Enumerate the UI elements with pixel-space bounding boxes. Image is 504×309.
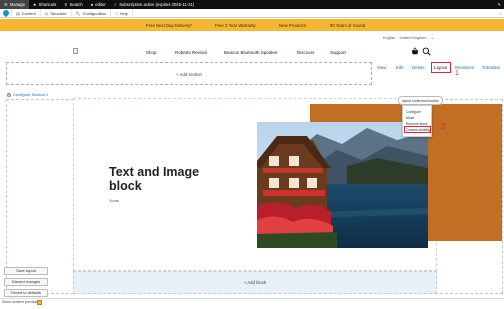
tab-translate[interactable]: Translate xyxy=(482,65,500,70)
main-navigation: Shop Roberts Revival Beacon Bluetooth Sp… xyxy=(0,45,504,59)
shopping-basket-icon[interactable] xyxy=(411,47,419,55)
content-preview-label: Show content preview xyxy=(2,300,38,304)
chevron-down-icon[interactable]: ⌄ xyxy=(431,36,434,40)
user-label: editor xyxy=(95,2,106,7)
tab-view[interactable]: View xyxy=(377,65,386,70)
add-block-link[interactable]: + Add block xyxy=(73,271,437,294)
promo-bar: Free Next Day Delivery* Free 2 Year Warr… xyxy=(0,19,504,31)
subscription-label: Subscription active (expires 2025-11-21) xyxy=(119,2,195,7)
chevron-left-icon[interactable]: ‹ xyxy=(500,11,504,16)
menu-item-move[interactable]: Move xyxy=(406,116,414,120)
site-logo[interactable] xyxy=(73,48,78,54)
search-icon[interactable] xyxy=(422,47,431,56)
configure-section-label: Configure Section 1 xyxy=(13,92,49,97)
nav-item-support[interactable]: Support xyxy=(330,50,346,55)
block-body-text: Some xyxy=(109,199,119,203)
revert-to-defaults-button[interactable]: Revert to defaults xyxy=(4,289,48,297)
nav-item-discover[interactable]: Discover xyxy=(297,50,315,55)
tab-edit[interactable]: Edit xyxy=(396,65,404,70)
promo-item[interactable]: Free Next Day Delivery* xyxy=(146,23,192,28)
check-icon: ✓ xyxy=(113,2,118,7)
tray-item-content[interactable]: ▤ Content xyxy=(12,8,41,18)
tab-delete[interactable]: Delete xyxy=(412,65,425,70)
toolbar-tray: ▤ Content ⚖ Structure 🔧 Configuration ? … xyxy=(0,8,504,18)
nav-item-shop[interactable]: Shop xyxy=(146,50,157,55)
discard-changes-button[interactable]: Discard changes xyxy=(4,278,48,286)
shortcuts-label: Shortcuts xyxy=(38,2,57,7)
wrench-icon: 🔧 xyxy=(75,10,81,16)
annotation-highlight-content-visibility xyxy=(404,126,431,133)
manage-label: Manage xyxy=(9,2,25,7)
save-layout-button[interactable]: Save layout xyxy=(4,267,48,275)
promo-item[interactable]: 90 Years of Sound xyxy=(330,23,365,28)
promo-item[interactable]: New Products xyxy=(279,23,306,28)
user-toolbar-item[interactable]: ● editor xyxy=(87,2,110,7)
user-icon: ● xyxy=(90,2,94,7)
annotation-number-1: 1 xyxy=(455,70,459,77)
annotation-highlight-layout xyxy=(431,62,451,73)
close-icon[interactable]: × xyxy=(7,92,11,97)
star-icon: ★ xyxy=(32,2,37,7)
block-title: Text and Image block xyxy=(109,165,200,193)
structure-icon: ⚖ xyxy=(44,10,49,16)
edit-pencil-icon[interactable]: ✎ xyxy=(497,2,504,7)
tray-item-help-label: Help xyxy=(119,10,128,16)
tray-item-configuration[interactable]: 🔧 Configuration xyxy=(72,8,112,18)
tray-item-help[interactable]: ? Help xyxy=(111,8,133,18)
language-english[interactable]: English xyxy=(383,36,395,40)
content-icon: ▤ xyxy=(16,10,20,16)
contextual-menu: Configure Move Remove block Content visi… xyxy=(402,105,432,137)
promo-item[interactable]: Free 2 Year Warranty xyxy=(215,23,256,28)
content-preview-checkbox[interactable] xyxy=(37,299,42,305)
tray-item-configuration-label: Configuration xyxy=(82,10,107,16)
contextual-toolbar-label: layout contextual toolbar xyxy=(402,98,439,103)
annotation-number-2: 2 xyxy=(441,122,446,131)
subscription-toolbar-item[interactable]: ✓ Subscription active (expires 2025-11-2… xyxy=(110,2,198,7)
nav-item-beacon[interactable]: Beacon Bluetooth Speaker xyxy=(224,50,278,55)
language-region[interactable]: United Kingdom xyxy=(400,36,427,40)
menu-icon: ☰ xyxy=(4,2,8,7)
menu-item-configure[interactable]: Configure xyxy=(406,110,421,114)
language-switcher: English United Kingdom ⌄ xyxy=(383,35,437,40)
tray-item-content-label: Content xyxy=(21,10,36,16)
shortcuts-toolbar-item[interactable]: ★ Shortcuts xyxy=(29,2,60,7)
preview-bar xyxy=(0,298,504,309)
help-icon: ? xyxy=(115,10,118,16)
local-tasks: View Edit Delete Layout Revisions Transl… xyxy=(0,60,504,77)
contextual-toolbar-toggle[interactable]: layout contextual toolbar xyxy=(398,96,443,105)
nav-item-roberts-revival[interactable]: Roberts Revival xyxy=(175,50,207,55)
drupal-logo-icon[interactable] xyxy=(0,8,12,18)
tray-item-structure[interactable]: ⚖ Structure xyxy=(41,8,72,18)
lake-house-image xyxy=(257,122,428,248)
search-icon: ⚲ xyxy=(64,2,68,7)
tray-item-structure-label: Structure xyxy=(50,10,67,16)
search-toolbar-item[interactable]: ⚲ Search xyxy=(60,2,86,7)
configure-section-link[interactable]: × Configure Section 1 xyxy=(7,92,48,97)
search-label: Search xyxy=(69,2,83,7)
